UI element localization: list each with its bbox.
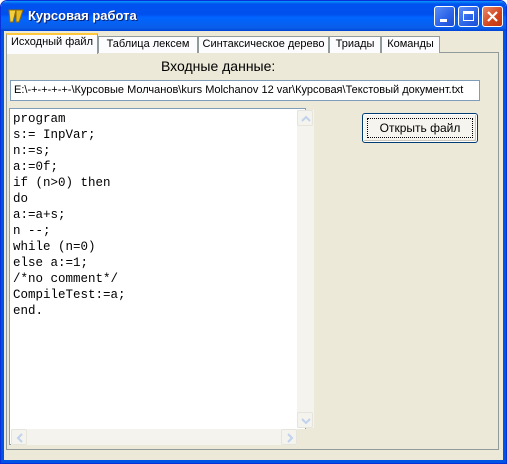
code-line: a:=a+s; — [13, 208, 66, 222]
code-line: program — [13, 112, 66, 126]
input-data-label: Входные данные: — [161, 58, 276, 74]
scroll-left-button[interactable] — [11, 429, 27, 445]
tab-triads[interactable]: Триады — [329, 36, 381, 53]
code-line: /*no comment*/ — [13, 272, 119, 286]
scroll-right-icon — [287, 433, 294, 443]
vertical-scrollbar[interactable] — [297, 110, 314, 428]
scroll-left-icon — [16, 433, 23, 443]
code-line: n --; — [13, 224, 51, 238]
maximize-icon — [463, 11, 474, 21]
scroll-right-button[interactable] — [281, 429, 297, 445]
scroll-down-button[interactable] — [297, 412, 313, 428]
tab-commands[interactable]: Команды — [381, 36, 440, 53]
code-line: while (n=0) — [13, 240, 96, 254]
tab-source-file[interactable]: Исходный файл — [6, 33, 98, 54]
close-icon — [487, 11, 498, 22]
focus-rectangle — [367, 118, 473, 138]
scrollbar-corner — [297, 429, 314, 445]
source-code-memo[interactable]: program s:= InpVar; n:=s; a:=0f; if (n>0) th… — [9, 108, 314, 445]
tab-syntax-tree[interactable]: Синтаксическое дерево — [198, 36, 329, 53]
close-button[interactable] — [482, 6, 503, 27]
window-title: Курсовая работа — [28, 8, 137, 23]
maximize-button[interactable] — [458, 6, 479, 27]
window-border-bottom — [1, 460, 506, 463]
code-line: a:=0f; — [13, 160, 59, 174]
scroll-up-button[interactable] — [297, 110, 313, 126]
open-file-button[interactable]: Открыть файл — [362, 113, 478, 143]
code-line: if (n>0) then — [13, 176, 111, 190]
tab-lexeme-table[interactable]: Таблица лексем — [98, 36, 198, 53]
minimize-button[interactable] — [434, 6, 455, 27]
scroll-down-icon — [301, 418, 311, 425]
minimize-icon — [440, 19, 447, 22]
delphi-app-icon — [8, 9, 24, 23]
code-line: else a:=1; — [13, 256, 89, 270]
code-line: s:= InpVar; — [13, 128, 96, 142]
main-window: Курсовая работа Исходный файл Таблица ле… — [0, 0, 507, 464]
scroll-up-icon — [301, 115, 311, 122]
file-path-field[interactable]: E:\-+-+-+-+-\Курсовые Молчанов\kurs Molc… — [10, 80, 480, 101]
window-border-left — [1, 31, 4, 463]
code-line: n:=s; — [13, 144, 51, 158]
title-bar[interactable]: Курсовая работа — [1, 1, 506, 31]
code-line: end. — [13, 304, 44, 318]
code-line: do — [13, 192, 29, 206]
window-border-right — [503, 31, 506, 463]
code-line: CompileTest:=a; — [13, 288, 126, 302]
horizontal-scrollbar[interactable] — [11, 429, 297, 445]
source-code-text: program s:= InpVar; n:=s; a:=0f; if (n>0) th… — [13, 111, 126, 319]
